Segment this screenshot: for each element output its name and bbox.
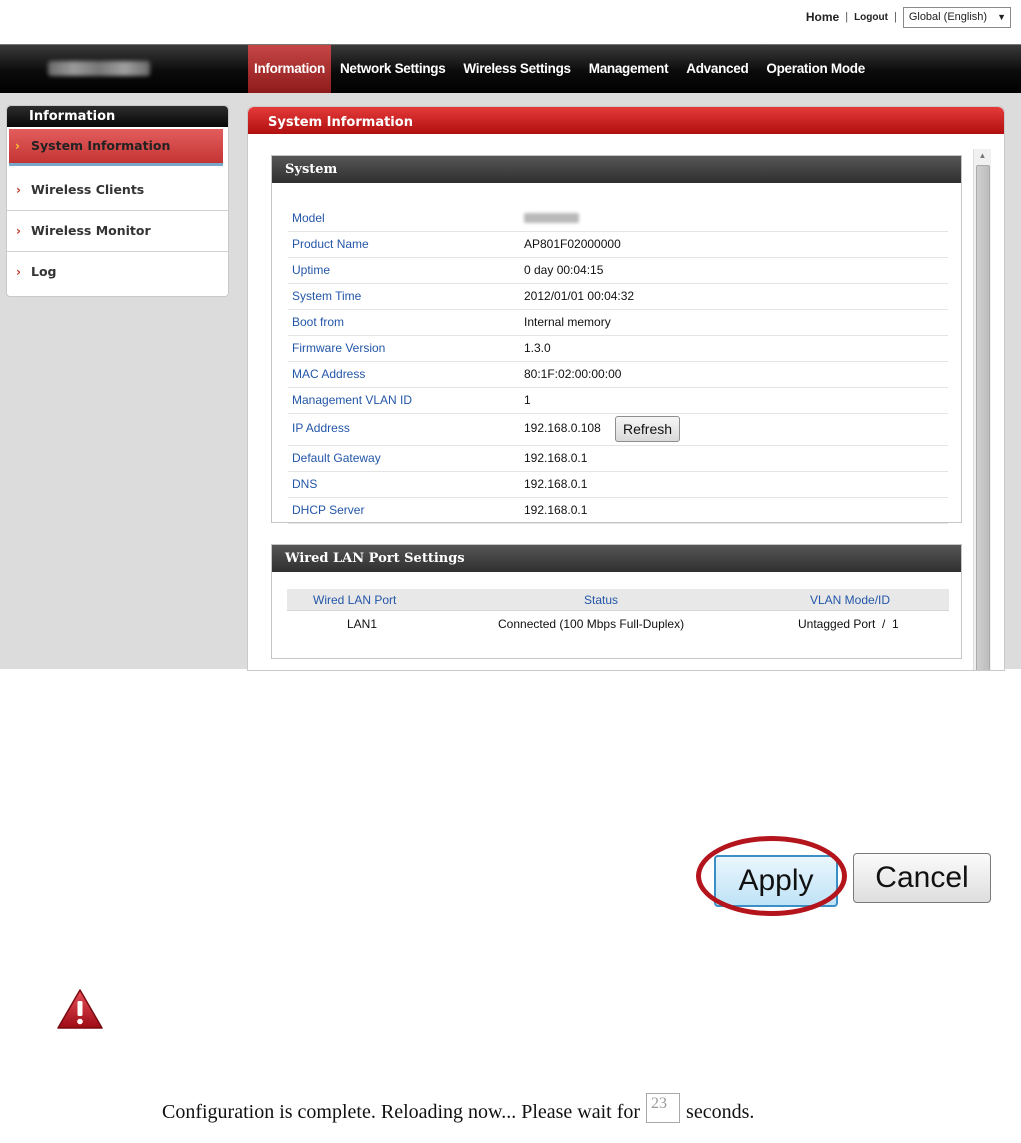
wired-lan-table: Wired LAN Port Status VLAN Mode/ID LAN1 … [287, 589, 949, 636]
home-link[interactable]: Home [806, 10, 839, 24]
info-row-model: Model [288, 206, 948, 232]
scroll-up-icon[interactable]: ▲ [974, 149, 991, 163]
scrollbar[interactable]: ▲ [973, 149, 991, 670]
info-row-ip-address: IP Address 192.168.0.108 Refresh [288, 414, 948, 446]
table-row: LAN1 Connected (100 Mbps Full-Duplex) Un… [287, 611, 949, 636]
info-label: Model [292, 211, 325, 225]
dropdown-arrow-icon: ▼ [997, 12, 1006, 22]
column-header-port: Wired LAN Port [313, 593, 397, 607]
chevron-right-icon: › [16, 265, 21, 279]
info-row-management-vlan-id: Management VLAN ID 1 [288, 388, 948, 414]
sidebar-item-wireless-monitor[interactable]: › Wireless Monitor [7, 211, 228, 252]
main-nav-bar: Information Network Settings Wireless Se… [0, 44, 1021, 94]
info-row-uptime: Uptime 0 day 00:04:15 [288, 258, 948, 284]
info-value: 1.3.0 [524, 341, 551, 355]
content-area: Information › System Information › Wirel… [0, 93, 1021, 671]
info-row-default-gateway: Default Gateway 192.168.0.1 [288, 446, 948, 472]
main-panel: System Information ▲ System Model Produc… [247, 106, 1005, 671]
info-value: 0 day 00:04:15 [524, 263, 604, 277]
refresh-button[interactable]: Refresh [615, 416, 681, 442]
cell-vlan: Untagged Port / 1 [798, 617, 899, 631]
info-label: DHCP Server [292, 503, 365, 517]
tab-operation-mode[interactable]: Operation Mode [757, 45, 874, 93]
info-value: AP801F02000000 [524, 237, 621, 251]
cancel-button[interactable]: Cancel [853, 853, 991, 903]
table-header: Wired LAN Port Status VLAN Mode/ID [287, 589, 949, 611]
info-row-dhcp-server: DHCP Server 192.168.0.1 [288, 498, 948, 524]
warning-icon [57, 989, 103, 1029]
nav-tabs: Information Network Settings Wireless Se… [248, 45, 874, 93]
system-info-table: Model Product Name AP801F02000000 Uptime… [288, 206, 948, 524]
info-label: Default Gateway [292, 451, 381, 465]
info-value: Internal memory [524, 315, 611, 329]
sidebar-heading: Information [7, 106, 228, 127]
info-row-mac-address: MAC Address 80:1F:02:00:00:00 [288, 362, 948, 388]
info-row-boot-from: Boot from Internal memory [288, 310, 948, 336]
form-actions: Apply Cancel [683, 836, 1001, 930]
info-value: 80:1F:02:00:00:00 [524, 367, 622, 381]
info-row-dns: DNS 192.168.0.1 [288, 472, 948, 498]
cell-port: LAN1 [347, 617, 378, 631]
info-label: DNS [292, 477, 318, 491]
info-row-firmware-version: Firmware Version 1.3.0 [288, 336, 948, 362]
tab-network-settings[interactable]: Network Settings [331, 45, 454, 93]
column-header-status: Status [584, 593, 619, 607]
info-row-system-time: System Time 2012/01/01 00:04:32 [288, 284, 948, 310]
reload-message: Configuration is complete. Reloading now… [162, 1093, 755, 1130]
page-title: System Information [248, 107, 1004, 134]
brand-logo [48, 61, 150, 76]
info-row-product-name: Product Name AP801F02000000 [288, 232, 948, 258]
info-label: Boot from [292, 315, 345, 329]
sidebar-item-wireless-clients[interactable]: › Wireless Clients [7, 170, 228, 211]
info-label: System Time [292, 289, 362, 303]
info-value: 2012/01/01 00:04:32 [524, 289, 635, 303]
countdown-field: 23 [646, 1093, 681, 1123]
info-value: 192.168.0.1 [524, 451, 588, 465]
apply-button[interactable]: Apply [714, 855, 838, 907]
language-value: Global (English) [908, 11, 988, 23]
info-label: Uptime [292, 263, 331, 277]
message-text: Configuration is complete. Reloading now… [162, 1100, 641, 1123]
scrollbar-thumb[interactable] [976, 165, 990, 670]
system-section: System Model Product Name AP801F02000000… [271, 155, 962, 524]
wired-lan-section-heading: Wired LAN Port Settings [272, 545, 961, 572]
cell-status: Connected (100 Mbps Full-Duplex) [498, 617, 685, 631]
info-label: Firmware Version [292, 341, 386, 355]
tab-management[interactable]: Management [580, 45, 678, 93]
info-label: Product Name [292, 237, 369, 251]
sidebar: Information › System Information › Wirel… [6, 105, 229, 297]
info-label: IP Address [292, 421, 350, 435]
sidebar-item-label: Wireless Monitor [31, 223, 151, 238]
info-value: 192.168.0.1 [524, 477, 588, 491]
sidebar-item-label: System Information [31, 138, 171, 153]
tab-information[interactable]: Information [248, 45, 331, 93]
language-select[interactable]: Global (English) ▼ [902, 6, 1011, 28]
separator: | [893, 11, 897, 23]
chevron-right-icon: › [15, 139, 20, 153]
chevron-right-icon: › [16, 183, 21, 197]
sidebar-item-label: Wireless Clients [31, 182, 145, 197]
info-value: 1 [524, 393, 531, 407]
column-header-vlan: VLAN Mode/ID [810, 593, 891, 607]
sidebar-item-system-information[interactable]: › System Information [9, 129, 223, 166]
tab-wireless-settings[interactable]: Wireless Settings [454, 45, 579, 93]
model-value-redacted [524, 213, 579, 223]
info-label: MAC Address [292, 367, 366, 381]
logout-link[interactable]: Logout [854, 12, 888, 23]
system-section-heading: System [272, 156, 961, 183]
info-value: 192.168.0.1 [524, 503, 588, 517]
info-value: 192.168.0.108 [524, 421, 601, 435]
info-label: Management VLAN ID [292, 393, 413, 407]
message-suffix: seconds. [686, 1100, 755, 1123]
sidebar-item-log[interactable]: › Log [7, 252, 228, 292]
wired-lan-section: Wired LAN Port Settings Wired LAN Port S… [271, 544, 962, 659]
tab-advanced[interactable]: Advanced [677, 45, 757, 93]
top-links: Home | Logout | Global (English) ▼ [806, 6, 1011, 28]
chevron-right-icon: › [16, 224, 21, 238]
sidebar-item-label: Log [31, 264, 57, 279]
separator: | [845, 11, 849, 23]
